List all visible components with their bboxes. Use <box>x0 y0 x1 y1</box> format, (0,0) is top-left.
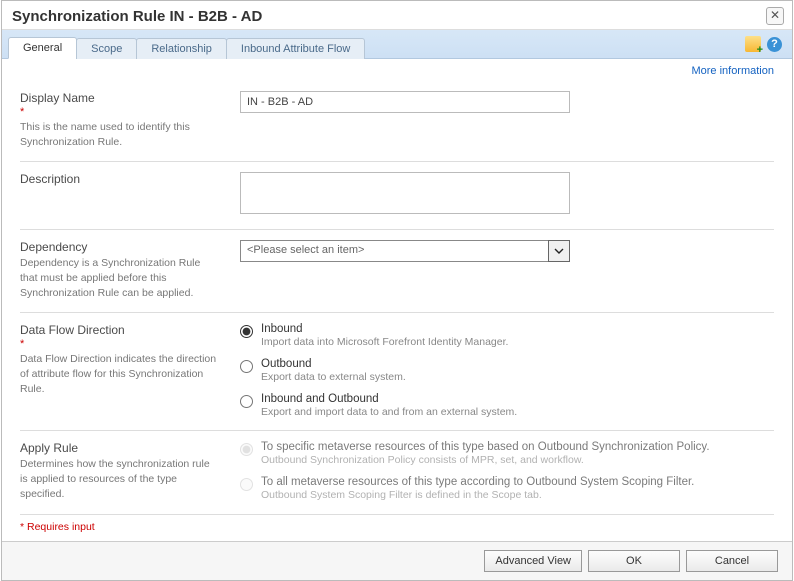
tab-inbound-attribute-flow[interactable]: Inbound Attribute Flow <box>226 38 365 59</box>
requires-input-note: * Requires input <box>20 515 774 541</box>
dialog: Synchronization Rule IN - B2B - AD ✕ Gen… <box>1 0 793 581</box>
apply-rule-help: Determines how the synchronization rule … <box>20 457 220 501</box>
radio-apply-specific: To specific metaverse resources of this … <box>240 441 774 466</box>
description-input[interactable] <box>240 172 570 214</box>
radio-apply-all-desc: Outbound System Scoping Filter is define… <box>261 489 694 501</box>
close-button[interactable]: ✕ <box>766 7 784 25</box>
radio-inout-desc: Export and import data to and from an ex… <box>261 406 517 418</box>
tab-relationship[interactable]: Relationship <box>136 38 227 59</box>
section-data-flow: Data Flow Direction * Data Flow Directio… <box>20 313 774 431</box>
required-star-icon: * <box>20 107 220 118</box>
radio-apply-all-input <box>240 478 253 491</box>
tab-general[interactable]: General <box>8 37 77 59</box>
radio-outbound[interactable]: Outbound Export data to external system. <box>240 358 774 383</box>
section-description: Description <box>20 162 774 230</box>
radio-outbound-desc: Export data to external system. <box>261 371 406 383</box>
content-panel: More information Display Name * This is … <box>2 59 792 541</box>
titlebar: Synchronization Rule IN - B2B - AD ✕ <box>2 1 792 30</box>
dialog-title: Synchronization Rule IN - B2B - AD <box>12 8 262 25</box>
chevron-down-icon[interactable] <box>548 240 570 262</box>
section-apply-rule: Apply Rule Determines how the synchroniz… <box>20 431 774 514</box>
dependency-select[interactable]: <Please select an item> <box>240 240 570 262</box>
more-information-link[interactable]: More information <box>691 65 774 77</box>
radio-apply-specific-title: To specific metaverse resources of this … <box>261 441 710 453</box>
radio-outbound-title: Outbound <box>261 358 406 370</box>
tab-scope[interactable]: Scope <box>76 38 137 59</box>
radio-apply-specific-input <box>240 443 253 456</box>
radio-inout[interactable]: Inbound and Outbound Export and import d… <box>240 393 774 418</box>
radio-inbound[interactable]: Inbound Import data into Microsoft Foref… <box>240 323 774 348</box>
radio-inbound-title: Inbound <box>261 323 508 335</box>
radio-outbound-input[interactable] <box>240 360 253 373</box>
radio-inbound-input[interactable] <box>240 325 253 338</box>
display-name-label: Display Name <box>20 91 220 105</box>
ok-button[interactable]: OK <box>588 550 680 572</box>
radio-apply-specific-desc: Outbound Synchronization Policy consists… <box>261 454 710 466</box>
tabbar: General Scope Relationship Inbound Attri… <box>2 30 792 59</box>
dependency-help: Dependency is a Synchronization Rule tha… <box>20 256 220 300</box>
cancel-button[interactable]: Cancel <box>686 550 778 572</box>
add-icon[interactable] <box>745 36 761 52</box>
data-flow-label: Data Flow Direction <box>20 323 220 337</box>
data-flow-help: Data Flow Direction indicates the direct… <box>20 352 220 396</box>
required-star-icon: * <box>20 339 220 350</box>
help-icon[interactable]: ? <box>767 37 782 52</box>
advanced-view-button[interactable]: Advanced View <box>484 550 582 572</box>
apply-rule-label: Apply Rule <box>20 441 220 455</box>
display-name-help: This is the name used to identify this S… <box>20 120 220 149</box>
radio-inbound-desc: Import data into Microsoft Forefront Ide… <box>261 336 508 348</box>
display-name-input[interactable] <box>240 91 570 113</box>
description-label: Description <box>20 172 220 186</box>
dependency-select-value: <Please select an item> <box>240 240 548 262</box>
section-dependency: Dependency Dependency is a Synchronizati… <box>20 230 774 313</box>
radio-inout-input[interactable] <box>240 395 253 408</box>
dependency-label: Dependency <box>20 240 220 254</box>
section-display-name: Display Name * This is the name used to … <box>20 81 774 162</box>
radio-apply-all: To all metaverse resources of this type … <box>240 476 774 501</box>
radio-apply-all-title: To all metaverse resources of this type … <box>261 476 694 488</box>
radio-inout-title: Inbound and Outbound <box>261 393 517 405</box>
